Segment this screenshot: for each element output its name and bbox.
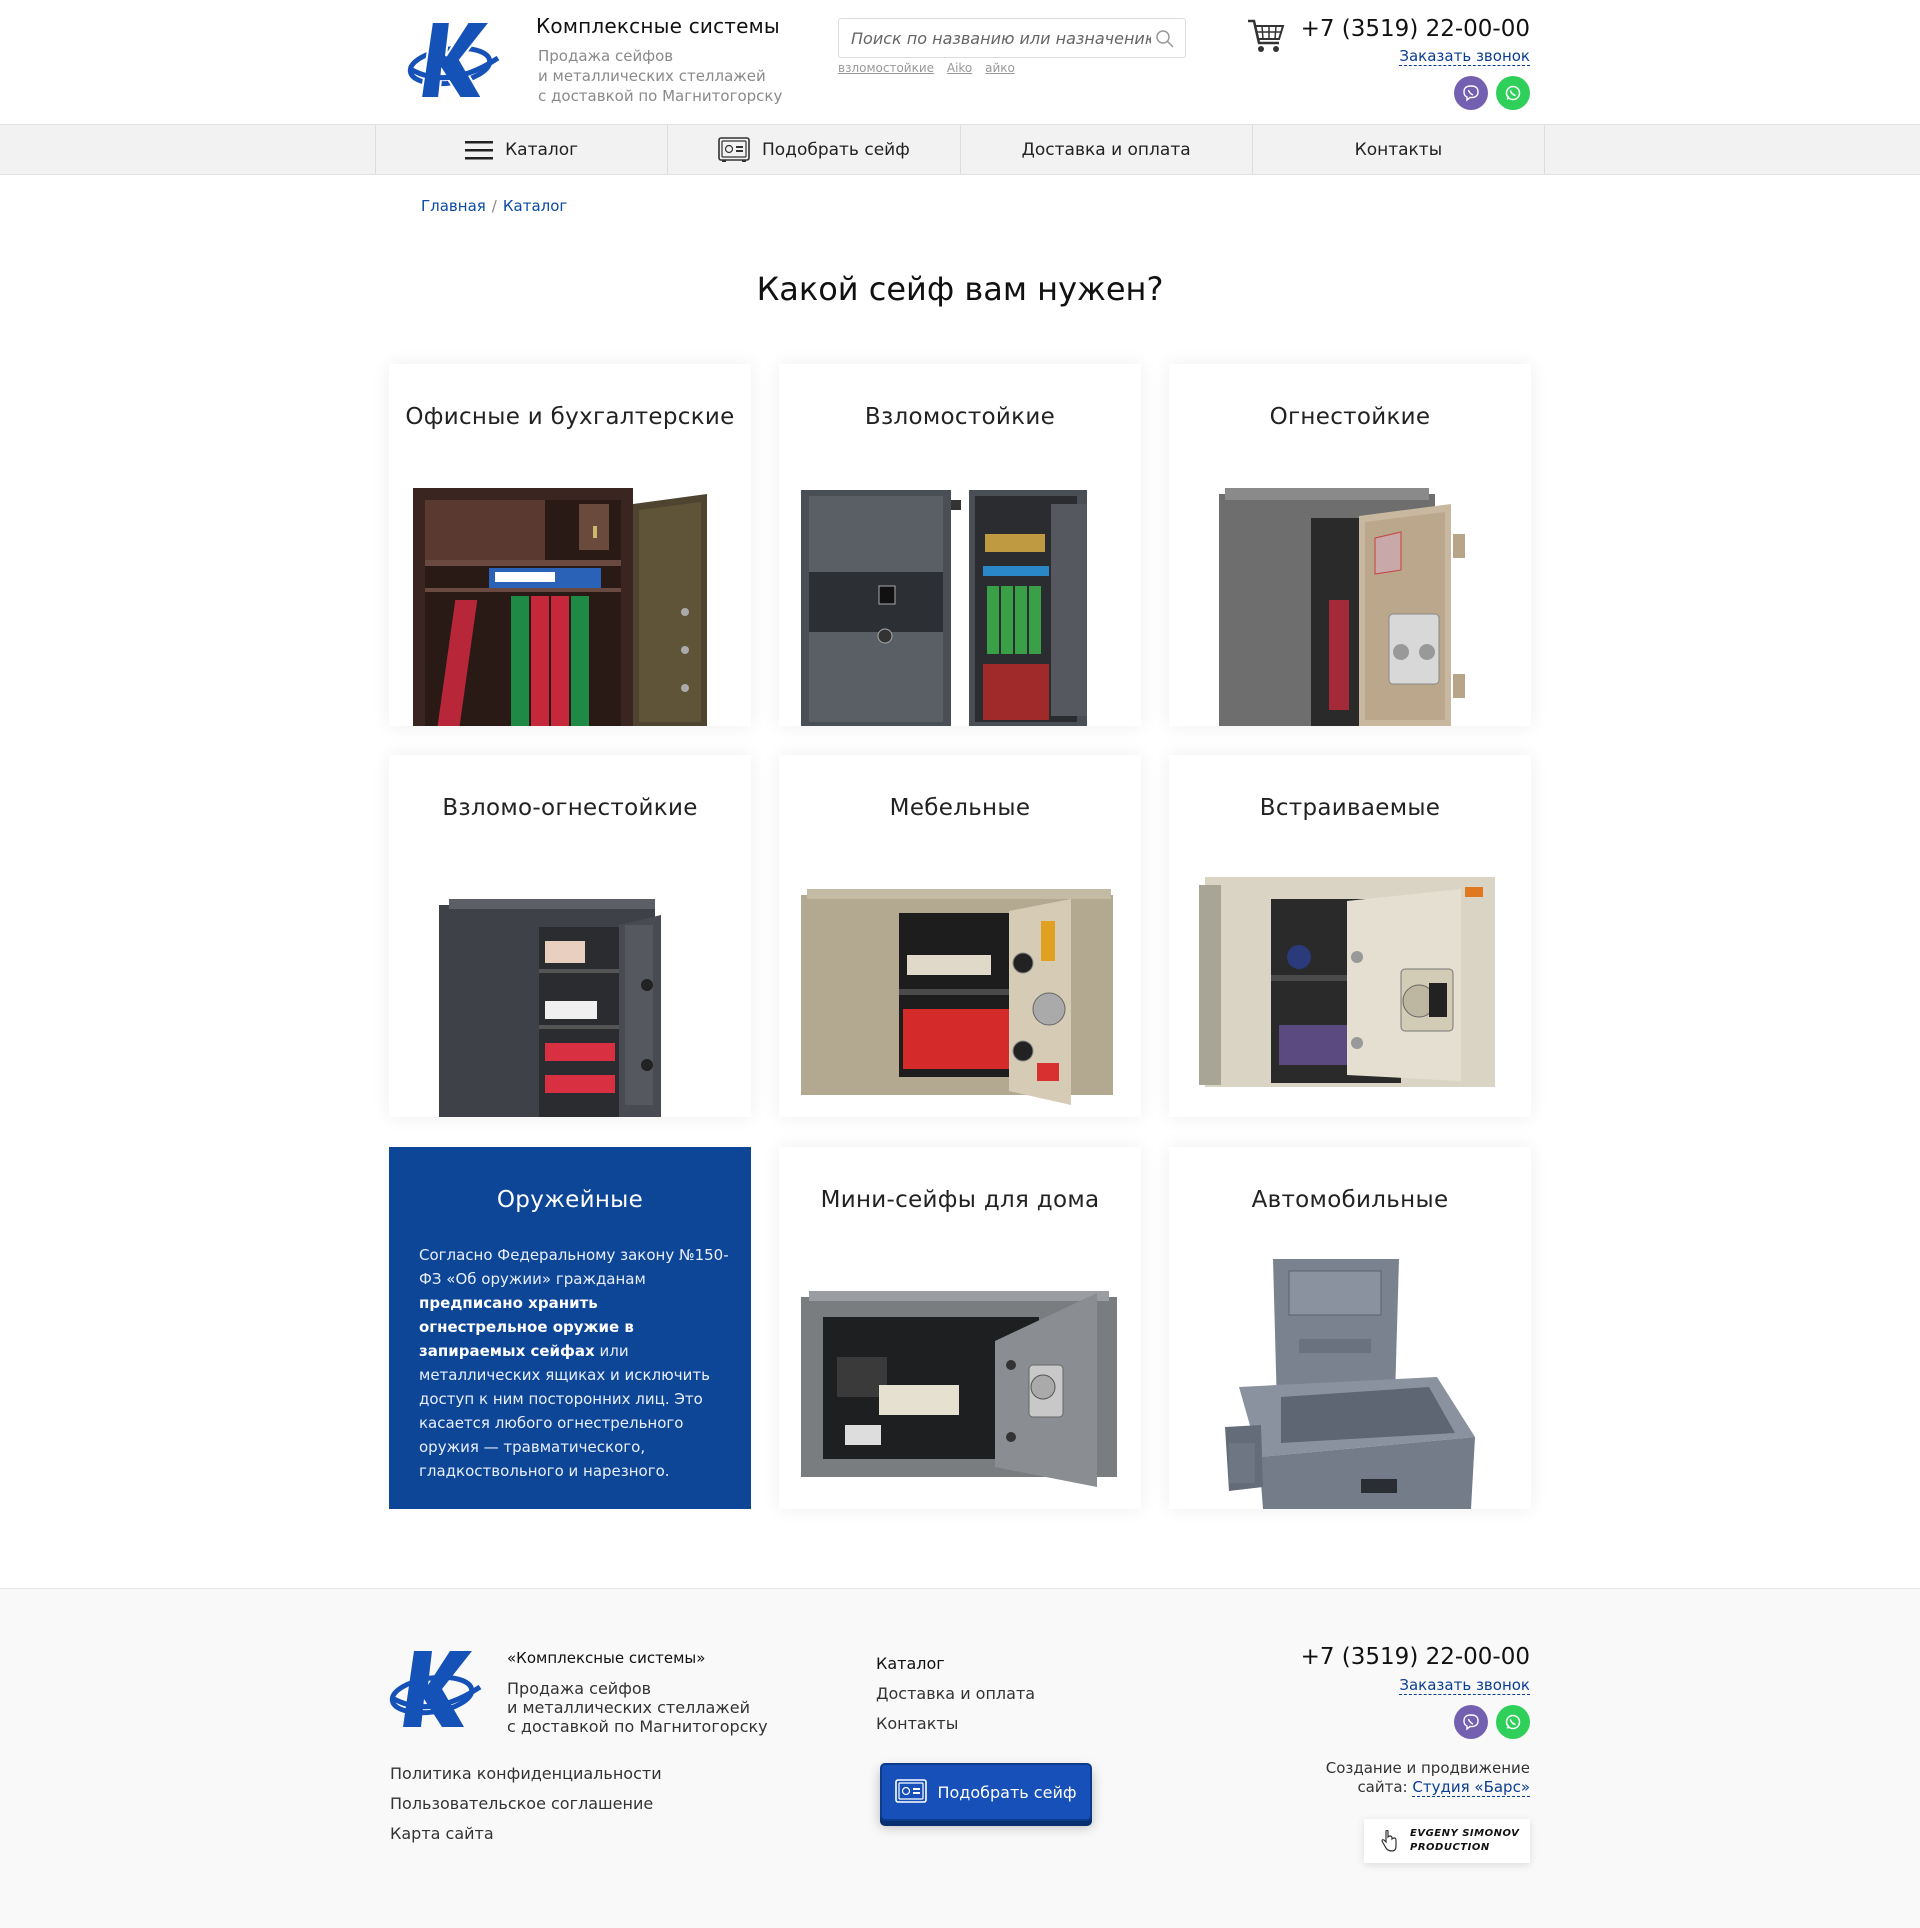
category-card-weapon[interactable]: Оружейные Согласно Федеральному закону №… — [389, 1147, 751, 1509]
logo-k-icon[interactable] — [406, 18, 502, 102]
footer-company-name: «Комплексные системы» — [507, 1649, 706, 1667]
privacy-policy-link[interactable]: Политика конфиденциальности — [390, 1759, 662, 1789]
viber-icon[interactable] — [1454, 76, 1488, 110]
studio-bars-link[interactable]: Студия «Барс» — [1412, 1778, 1530, 1797]
site-footer: «Комплексные системы» Продажа сейфов и м… — [0, 1588, 1920, 1928]
search-tags: взломостойкие Aiko айко — [838, 61, 1024, 75]
car-safe-image — [1225, 1259, 1475, 1509]
choose-safe-button-label: Подобрать сейф — [937, 1782, 1077, 1802]
search-box — [838, 18, 1186, 58]
category-card-burglary-fireproof[interactable]: Взломо-огнестойкие — [389, 755, 751, 1117]
category-title: Автомобильные — [1251, 1187, 1449, 1213]
site-credit-prefix: сайта: — [1357, 1778, 1413, 1796]
brand-subtitle: Продажа сейфов и металлических стеллажей… — [538, 46, 782, 106]
weapon-law-text: Согласно Федеральному закону №150-ФЗ «Об… — [419, 1243, 729, 1483]
brand-title: Комплексные системы — [536, 14, 780, 38]
cart-icon[interactable] — [1246, 17, 1286, 55]
footer-description-line: Продажа сейфов — [507, 1679, 652, 1698]
brand-subtitle-line: с доставкой по Магнитогорску — [538, 87, 783, 105]
weapon-law-text-part: или металлических ящиках и исключить дос… — [419, 1342, 710, 1480]
footer-menu-delivery[interactable]: Доставка и оплата — [876, 1679, 1035, 1709]
nav-item-label: Каталог — [505, 139, 579, 160]
footer-menu: Каталог Доставка и оплата Контакты — [876, 1649, 1035, 1739]
footer-description-line: и металлических стеллажей — [507, 1698, 750, 1717]
category-title: Офисные и бухгалтерские — [405, 404, 735, 430]
nav-item-label: Доставка и оплата — [1021, 139, 1191, 160]
category-title: Оружейные — [496, 1187, 644, 1213]
category-title: Мини-сейфы для дома — [820, 1187, 1100, 1213]
footer-logo-k-icon[interactable] — [388, 1647, 484, 1731]
category-card-burglary[interactable]: Взломостойкие — [779, 364, 1141, 726]
footer-description-line: с доставкой по Магнитогорску — [507, 1717, 768, 1736]
nav-item-label: Контакты — [1354, 139, 1443, 160]
messengers — [1454, 76, 1530, 110]
category-title: Взломо-огнестойкие — [442, 795, 698, 821]
weapon-law-text-part: Согласно Федеральному закону №150-ФЗ «Об… — [419, 1246, 729, 1288]
footer-menu-contacts[interactable]: Контакты — [876, 1709, 1035, 1739]
main-nav: Каталог Подобрать сейф Доставка и оплата… — [0, 124, 1920, 175]
breadcrumb: Главная / Каталог — [421, 197, 567, 215]
category-title: Встраиваемые — [1259, 795, 1441, 821]
builtin-safe-image — [1199, 877, 1495, 1087]
footer-callback-link[interactable]: Заказать звонок — [1399, 1676, 1530, 1695]
nav-item-contacts[interactable]: Контакты — [1253, 125, 1545, 174]
breadcrumb-home[interactable]: Главная — [421, 197, 486, 215]
breadcrumb-catalog[interactable]: Каталог — [503, 197, 567, 215]
category-title: Взломостойкие — [864, 404, 1056, 430]
whatsapp-icon[interactable] — [1496, 76, 1530, 110]
search-input[interactable] — [851, 19, 1151, 57]
footer-legal-links: Политика конфиденциальности Пользователь… — [390, 1759, 662, 1849]
footer-description: Продажа сейфов и металлических стеллажей… — [507, 1679, 768, 1736]
nav-item-catalog[interactable]: Каталог — [376, 125, 669, 174]
nav-bar: Каталог Подобрать сейф Доставка и оплата… — [375, 125, 1545, 174]
search-tag[interactable]: айко — [985, 61, 1015, 75]
furniture-safe-image — [801, 889, 1113, 1105]
category-card-builtin[interactable]: Встраиваемые — [1169, 755, 1531, 1117]
site-credit-line-2: сайта: Студия «Барс» — [1290, 1778, 1530, 1797]
category-card-office[interactable]: Офисные и бухгалтерские — [389, 364, 751, 726]
category-title: Мебельные — [889, 795, 1031, 821]
hamburger-icon — [465, 140, 494, 159]
user-agreement-link[interactable]: Пользовательское соглашение — [390, 1789, 662, 1819]
burglary-safe-image — [801, 490, 1087, 726]
whatsapp-icon[interactable] — [1496, 1705, 1530, 1739]
footer-menu-catalog[interactable]: Каталог — [876, 1649, 1035, 1679]
nav-item-label: Подобрать сейф — [762, 139, 910, 160]
hand-pointer-icon — [1381, 1830, 1397, 1852]
nav-item-delivery[interactable]: Доставка и оплата — [961, 125, 1253, 174]
site-credit: Создание и продвижение сайта: Студия «Ба… — [1290, 1759, 1530, 1797]
safe-icon — [895, 1779, 928, 1803]
category-card-car[interactable]: Автомобильные — [1169, 1147, 1531, 1509]
category-title: Огнестойкие — [1269, 404, 1431, 430]
mini-safe-image — [801, 1291, 1117, 1487]
designer-badge-text: EVGENY SIMONOV PRODUCTION — [1410, 1827, 1519, 1855]
choose-safe-button[interactable]: Подобрать сейф — [880, 1763, 1092, 1821]
office-safe-image — [413, 488, 707, 726]
callback-link[interactable]: Заказать звонок — [1399, 47, 1530, 66]
safe-icon — [718, 136, 750, 162]
brand-subtitle-line: Продажа сейфов — [538, 47, 674, 65]
search-icon[interactable] — [1155, 29, 1175, 49]
sitemap-link[interactable]: Карта сайта — [390, 1819, 662, 1849]
brand-subtitle-line: и металлических стеллажей — [538, 67, 766, 85]
search-tag[interactable]: Aiko — [947, 61, 972, 75]
category-card-mini-home[interactable]: Мини-сейфы для дома — [779, 1147, 1141, 1509]
designer-badge-line: EVGENY SIMONOV — [1410, 1828, 1520, 1839]
header-phone[interactable]: +7 (3519) 22-00-00 — [1301, 16, 1530, 42]
category-card-fireproof[interactable]: Огнестойкие — [1169, 364, 1531, 726]
footer-phone[interactable]: +7 (3519) 22-00-00 — [1301, 1644, 1530, 1670]
category-card-furniture[interactable]: Мебельные — [779, 755, 1141, 1117]
nav-item-choose-safe[interactable]: Подобрать сейф — [668, 125, 961, 174]
search-tag[interactable]: взломостойкие — [838, 61, 934, 75]
breadcrumb-separator: / — [491, 197, 497, 215]
fireproof-safe-image — [1219, 488, 1465, 726]
site-credit-line: Создание и продвижение — [1325, 1759, 1530, 1777]
footer-messengers — [1454, 1705, 1530, 1739]
page-title: Какой сейф вам нужен? — [756, 270, 1164, 308]
designer-badge-line: PRODUCTION — [1410, 1842, 1490, 1853]
site-header: Комплексные системы Продажа сейфов и мет… — [0, 0, 1920, 124]
viber-icon[interactable] — [1454, 1705, 1488, 1739]
designer-badge[interactable]: EVGENY SIMONOV PRODUCTION — [1364, 1819, 1530, 1863]
burglary-fireproof-safe-image — [439, 899, 661, 1117]
